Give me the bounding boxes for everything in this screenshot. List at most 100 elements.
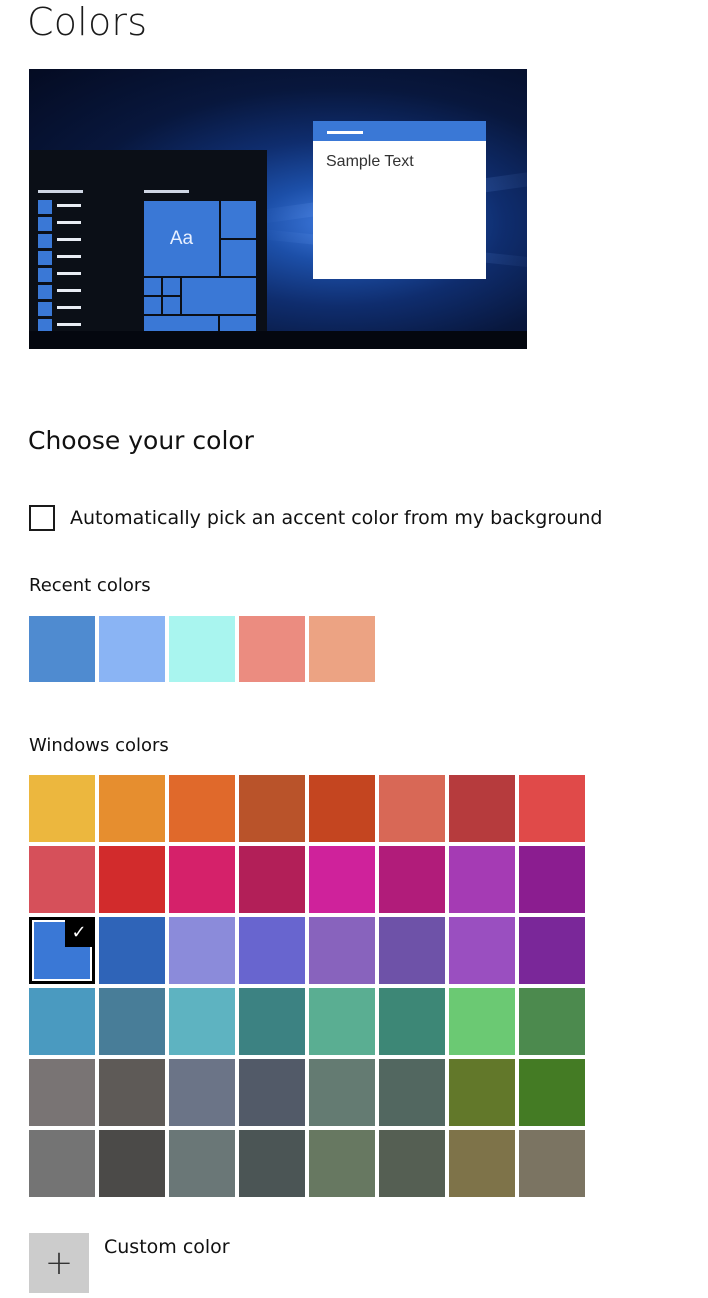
preview-tiles: Aa: [144, 201, 256, 331]
preview-tile-small: [144, 278, 161, 295]
windows-color-swatch[interactable]: [29, 846, 95, 913]
preview-tile: [220, 316, 256, 331]
windows-color-swatch[interactable]: [99, 1130, 165, 1197]
recent-color-swatch[interactable]: [309, 616, 375, 682]
windows-color-swatch[interactable]: [99, 846, 165, 913]
preview-tile-wide: [144, 316, 218, 331]
recent-color-swatch[interactable]: [99, 616, 165, 682]
recent-color-swatch[interactable]: [239, 616, 305, 682]
windows-color-swatch[interactable]: [449, 988, 515, 1055]
windows-color-swatch[interactable]: [169, 988, 235, 1055]
windows-color-swatch[interactable]: [239, 846, 305, 913]
checkmark-icon: ✓: [65, 919, 93, 947]
auto-accent-label[interactable]: Automatically pick an accent color from …: [70, 507, 602, 529]
preview-tile-small: [163, 278, 180, 295]
preview-tile: [221, 240, 256, 276]
preview-tile-large: Aa: [144, 201, 219, 276]
windows-color-swatch[interactable]: [379, 1130, 445, 1197]
windows-color-swatch[interactable]: [309, 775, 375, 842]
windows-color-swatch[interactable]: [239, 775, 305, 842]
preview-app-label: [57, 306, 81, 309]
windows-color-swatch[interactable]: [239, 1059, 305, 1126]
windows-color-swatch[interactable]: [449, 917, 515, 984]
windows-color-swatch[interactable]: [29, 1130, 95, 1197]
windows-color-swatch[interactable]: [379, 1059, 445, 1126]
preview-start-menu-header-line: [38, 190, 83, 193]
windows-color-swatch[interactable]: [449, 1130, 515, 1197]
preview-app-icon: [38, 200, 52, 214]
windows-color-swatch[interactable]: [29, 988, 95, 1055]
windows-color-swatch[interactable]: [519, 1130, 585, 1197]
windows-colors-heading: Windows colors: [29, 735, 169, 756]
windows-color-swatch[interactable]: [449, 846, 515, 913]
preview-app-icon: [38, 285, 52, 299]
windows-color-swatch[interactable]: [449, 775, 515, 842]
preview-app-label: [57, 323, 81, 326]
windows-color-swatch[interactable]: [239, 988, 305, 1055]
windows-color-swatch[interactable]: [169, 1130, 235, 1197]
auto-accent-option[interactable]: Automatically pick an accent color from …: [29, 503, 602, 533]
windows-color-swatch[interactable]: [29, 1059, 95, 1126]
windows-color-swatch[interactable]: [379, 846, 445, 913]
windows-color-swatch[interactable]: [519, 775, 585, 842]
preview-app-label: [57, 255, 81, 258]
windows-color-swatch[interactable]: [519, 917, 585, 984]
windows-color-swatch[interactable]: [29, 775, 95, 842]
theme-preview: Aa Sample Text: [29, 69, 527, 349]
preview-tile-small: [144, 297, 161, 314]
windows-color-swatch[interactable]: [309, 1130, 375, 1197]
preview-tile: [221, 201, 256, 238]
plus-icon: +: [44, 1243, 74, 1283]
windows-color-swatch[interactable]: [519, 846, 585, 913]
windows-color-swatch[interactable]: [239, 1130, 305, 1197]
auto-accent-checkbox[interactable]: [29, 505, 55, 531]
windows-color-swatch[interactable]: [99, 917, 165, 984]
windows-color-swatch[interactable]: [309, 988, 375, 1055]
preview-app-label: [57, 221, 81, 224]
preview-app-label: [57, 238, 81, 241]
preview-app-icon: [38, 268, 52, 282]
choose-color-heading: Choose your color: [28, 426, 254, 455]
preview-window-title-line: [327, 131, 363, 134]
preview-tile-wide: [182, 278, 256, 314]
windows-color-swatch[interactable]: [309, 846, 375, 913]
preview-sample-text: Sample Text: [326, 153, 414, 170]
page-title: Colors: [27, 0, 148, 44]
custom-color-label[interactable]: Custom color: [104, 1236, 230, 1258]
windows-color-swatch[interactable]: [239, 917, 305, 984]
windows-colors-grid: ✓: [29, 775, 585, 1199]
windows-color-swatch[interactable]: [449, 1059, 515, 1126]
preview-window-titlebar: [313, 121, 486, 141]
windows-color-swatch[interactable]: [309, 1059, 375, 1126]
preview-tile-small: [163, 297, 180, 314]
recent-colors-row: [29, 616, 379, 682]
windows-color-swatch[interactable]: [169, 1059, 235, 1126]
preview-sample-window: Sample Text: [313, 121, 486, 279]
recent-color-swatch[interactable]: [29, 616, 95, 682]
recent-colors-heading: Recent colors: [29, 575, 151, 596]
windows-color-swatch[interactable]: [379, 988, 445, 1055]
windows-color-swatch[interactable]: [99, 1059, 165, 1126]
windows-color-swatch[interactable]: [169, 917, 235, 984]
windows-color-swatch[interactable]: [519, 1059, 585, 1126]
windows-color-swatch[interactable]: [169, 775, 235, 842]
windows-color-swatch[interactable]: [379, 917, 445, 984]
preview-taskbar: [29, 331, 527, 349]
preview-app-icon: [38, 234, 52, 248]
windows-color-swatch[interactable]: [169, 846, 235, 913]
preview-app-label: [57, 272, 81, 275]
windows-color-swatch[interactable]: [379, 775, 445, 842]
windows-color-swatch-selected[interactable]: ✓: [29, 917, 95, 984]
windows-color-swatch[interactable]: [99, 988, 165, 1055]
preview-app-label: [57, 289, 81, 292]
recent-color-swatch[interactable]: [169, 616, 235, 682]
windows-color-swatch[interactable]: [519, 988, 585, 1055]
preview-app-icon: [38, 251, 52, 265]
preview-app-icon: [38, 217, 52, 231]
windows-color-swatch[interactable]: [99, 775, 165, 842]
preview-app-label: [57, 204, 81, 207]
windows-color-swatch[interactable]: [309, 917, 375, 984]
custom-color-add-button[interactable]: +: [29, 1233, 89, 1293]
preview-app-icon: [38, 302, 52, 316]
preview-tiles-header-line: [144, 190, 189, 193]
